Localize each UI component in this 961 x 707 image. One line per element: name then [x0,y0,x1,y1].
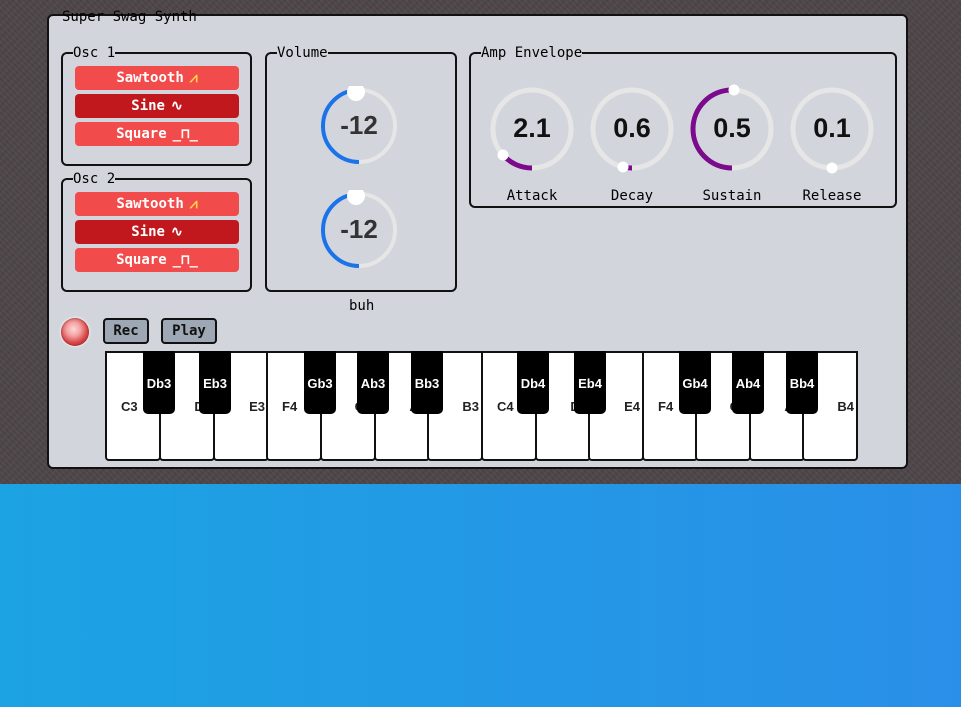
osc2-sine-button[interactable]: Sine ∿ [75,220,239,244]
amp-envelope-group: Amp Envelope 2.1 Attack 0.6 Decay 0.5 Su… [469,46,897,208]
key-eb3[interactable]: Eb3 [199,351,231,414]
key-eb4-label: Eb4 [578,376,602,391]
osc1-square-button[interactable]: Square _⊓_ [75,122,239,146]
key-eb4[interactable]: Eb4 [574,351,606,414]
attack-knob[interactable]: 2.1 [487,84,577,174]
release-label: Release [802,188,862,204]
release-knob[interactable]: 0.1 [787,84,877,174]
volume-knob-1[interactable]: -12 [319,83,399,166]
sine-icon: ∿ [170,224,183,240]
osc1-sine-button[interactable]: Sine ∿ [75,94,239,118]
volume-knob-1-handle[interactable] [347,83,365,101]
sustain-knob[interactable]: 0.5 [687,84,777,174]
osc2-group: Osc 2 Sawtooth ⩘ Sine ∿ Square _⊓_ [61,172,252,292]
osc2-sine-label: Sine [131,224,165,240]
volume-knob-2-value: -12 [340,214,378,244]
osc2-title: Osc 2 [73,171,116,187]
attack-label: Attack [506,188,558,204]
osc2-sawtooth-button[interactable]: Sawtooth ⩘ [75,192,239,216]
key-gb4[interactable]: Gb4 [679,351,711,414]
sustain-knob-handle[interactable] [728,84,740,96]
rec-button[interactable]: Rec [103,318,149,344]
sawtooth-icon: ⩘ [189,196,198,212]
synth-panel: Super Swag Synth Osc 1 Sawtooth ⩘ Sine ∿ S… [47,9,908,469]
key-db3-label: Db3 [146,376,172,391]
key-ab4[interactable]: Ab4 [732,351,764,414]
volume-title: Volume [277,45,328,61]
key-ab4-label: Ab4 [735,376,761,391]
key-bb3[interactable]: Bb3 [411,351,443,414]
volume-group: Volume -12 -12 [265,46,457,292]
key-ab3[interactable]: Ab3 [357,351,389,414]
osc1-square-label: Square [116,126,167,142]
sawtooth-icon: ⩘ [189,70,198,86]
osc1-title: Osc 1 [73,45,116,61]
osc2-square-button[interactable]: Square _⊓_ [75,248,239,272]
synth-title: Super Swag Synth [62,9,197,25]
key-bb4[interactable]: Bb4 [786,351,818,414]
release-knob-value: 0.1 [813,113,851,143]
key-f4-label: F4 [658,399,674,414]
sine-icon: ∿ [170,98,183,114]
key-ab3-label: Ab3 [360,376,386,391]
square-wave-icon: _⊓_ [172,252,198,268]
key-gb3[interactable]: Gb3 [304,351,336,414]
desktop-background [0,484,961,707]
key-db4-label: Db4 [520,376,546,391]
volume-knob-2[interactable]: -12 [319,187,399,270]
release-knob-handle[interactable] [826,162,838,174]
key-f3-label: F4 [282,399,298,414]
volume-caption: buh [349,298,375,314]
key-gb4-label: Gb4 [682,376,708,391]
key-e4-label: E4 [624,399,640,414]
key-eb3-label: Eb3 [203,376,227,391]
key-db4[interactable]: Db4 [517,351,549,414]
attack-knob-value: 2.1 [513,113,551,143]
play-button[interactable]: Play [161,318,217,344]
volume-knob-2-handle[interactable] [347,187,365,205]
key-b4-label: B4 [837,399,854,414]
osc1-sine-label: Sine [131,98,165,114]
osc1-sawtooth-button[interactable]: Sawtooth ⩘ [75,66,239,90]
key-b3-label: B3 [462,399,479,414]
amp-envelope-title: Amp Envelope [481,45,583,61]
volume-knob-1-value: -12 [340,110,378,140]
attack-knob-handle[interactable] [497,149,509,161]
decay-knob-value: 0.6 [613,113,651,143]
key-c3-label: C3 [121,399,138,414]
osc1-group: Osc 1 Sawtooth ⩘ Sine ∿ Square _⊓_ [61,46,252,166]
record-indicator-light [61,318,89,346]
key-c4-label: C4 [497,399,514,414]
square-wave-icon: _⊓_ [172,126,198,142]
sustain-knob-value: 0.5 [713,113,751,143]
key-e3-label: E3 [249,399,265,414]
sustain-label: Sustain [702,188,762,204]
osc2-square-label: Square [116,252,167,268]
osc2-sawtooth-label: Sawtooth [116,196,184,212]
decay-knob-handle[interactable] [617,161,629,173]
key-db3[interactable]: Db3 [143,351,175,414]
key-bb4-label: Bb4 [789,376,815,391]
piano-keyboard: C3 D3 E3 F4 G3 A3 B3 C4 D4 E4 F4 G4 A4 B… [105,351,858,461]
key-bb3-label: Bb3 [414,376,440,391]
osc1-sawtooth-label: Sawtooth [116,70,184,86]
decay-knob[interactable]: 0.6 [587,84,677,174]
key-gb3-label: Gb3 [307,376,333,391]
decay-label: Decay [610,188,654,204]
